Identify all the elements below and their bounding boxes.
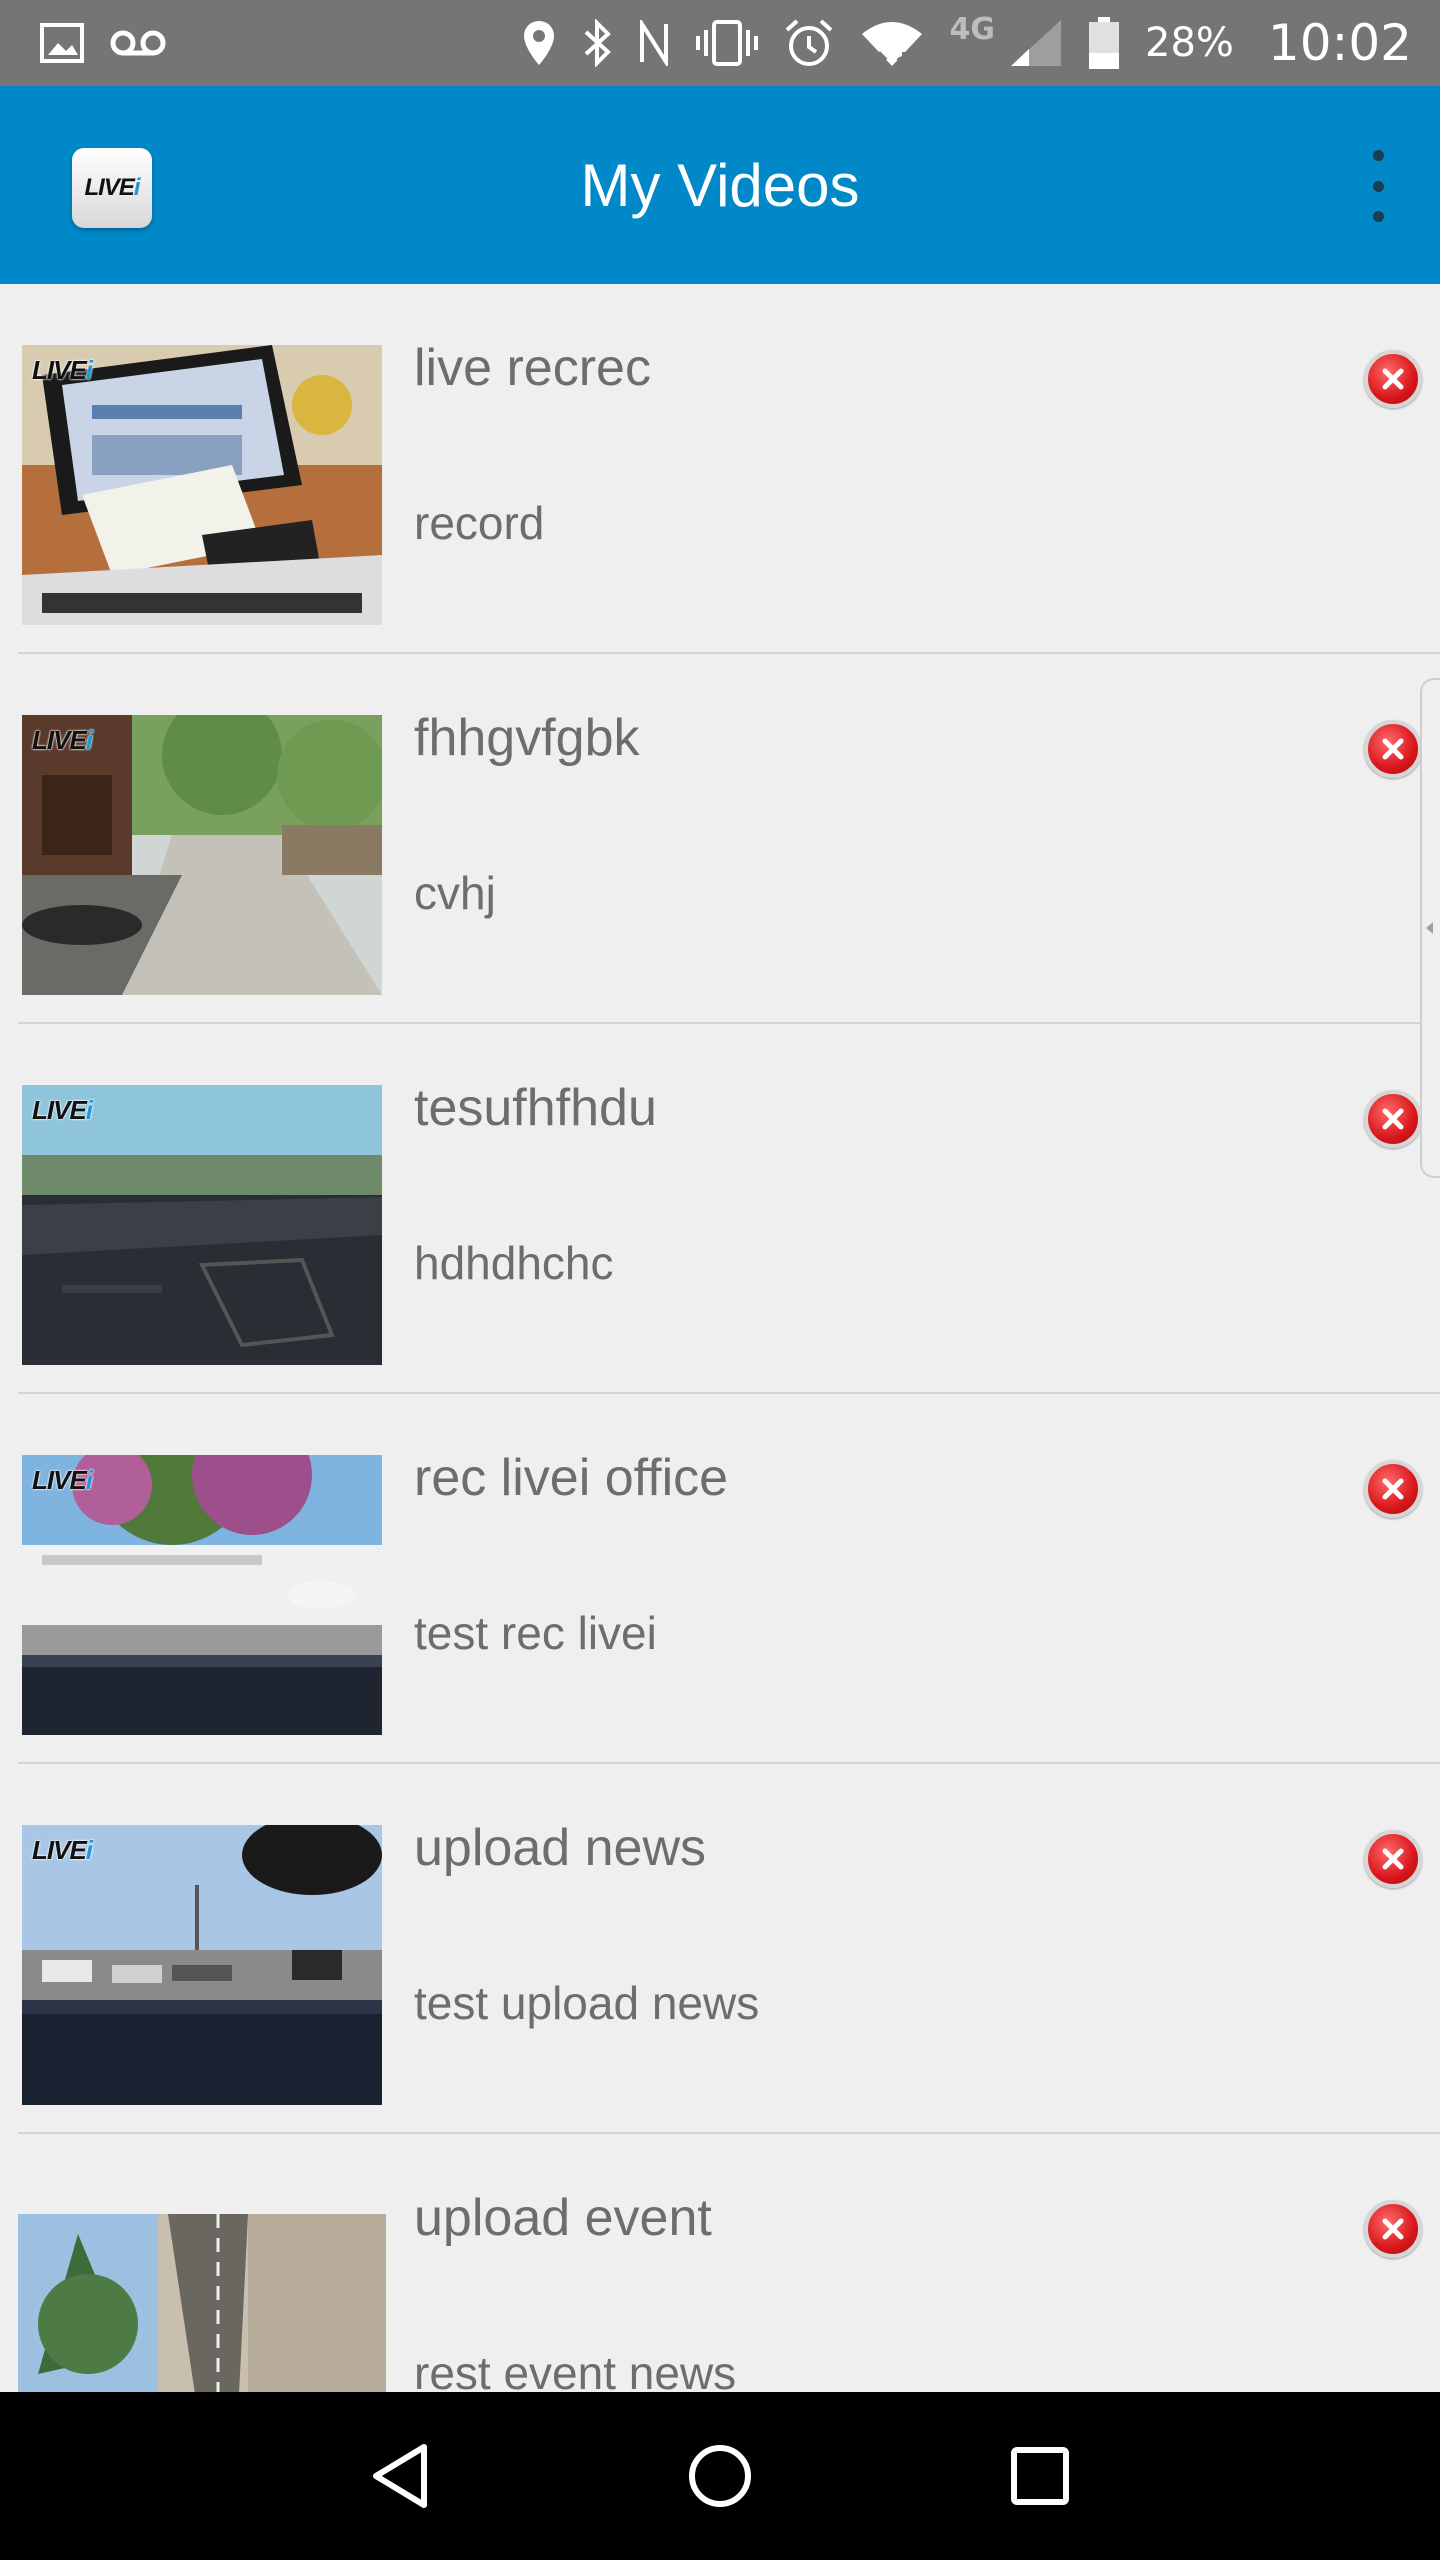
overflow-menu-icon[interactable] xyxy=(1358,150,1398,222)
video-title[interactable]: rec livei office xyxy=(414,1448,728,1508)
thumbnail-image xyxy=(22,345,382,625)
video-list[interactable]: LIVEi live recrec record LIVEi fhhgvfgbk… xyxy=(0,284,1440,2392)
bluetooth-icon xyxy=(582,19,612,67)
video-item[interactable]: upload event rest event news xyxy=(18,2134,1440,2392)
recents-icon[interactable] xyxy=(1000,2436,1080,2516)
live-badge: LIVEi xyxy=(32,1835,93,1865)
delete-icon[interactable] xyxy=(1364,1460,1422,1518)
video-description: test rec livei xyxy=(414,1607,657,1659)
video-item[interactable]: LIVEi upload news test upload news xyxy=(18,1764,1440,2134)
signal-icon xyxy=(1009,18,1063,68)
wifi-icon xyxy=(860,18,924,68)
thumbnail-image xyxy=(22,1825,382,2105)
video-title[interactable]: upload news xyxy=(414,1818,706,1878)
navigation-bar xyxy=(0,2392,1440,2560)
logo-text: LIVE xyxy=(84,174,134,201)
live-badge: LIVEi xyxy=(32,1095,93,1125)
video-item[interactable]: LIVEi tesufhfhdu hdhdhchc xyxy=(18,1024,1440,1394)
delete-icon[interactable] xyxy=(1364,350,1422,408)
thumbnail-image xyxy=(22,715,382,995)
video-title[interactable]: live recrec xyxy=(414,338,651,398)
video-thumbnail[interactable]: LIVEi xyxy=(22,715,382,995)
battery-percent: 28% xyxy=(1145,20,1234,66)
video-item[interactable]: LIVEi rec livei office test rec livei xyxy=(18,1394,1440,1764)
video-title[interactable]: fhhgvfgbk xyxy=(414,708,640,768)
video-description: rest event news xyxy=(414,2347,737,2392)
thumbnail-image xyxy=(18,2214,386,2392)
home-icon[interactable] xyxy=(680,2436,760,2516)
live-badge: LIVEi xyxy=(32,1465,93,1495)
app-bar: LIVEi My Videos xyxy=(0,86,1440,284)
video-description: hdhdhchc xyxy=(414,1237,614,1289)
clock: 10:02 xyxy=(1267,14,1412,72)
alarm-icon xyxy=(784,18,834,68)
video-thumbnail[interactable]: LIVEi xyxy=(22,345,382,625)
live-badge: LIVEi xyxy=(32,355,93,385)
video-description: test upload news xyxy=(414,1977,760,2029)
delete-icon[interactable] xyxy=(1364,1830,1422,1888)
network-type: 4G xyxy=(949,11,996,47)
delete-icon[interactable] xyxy=(1364,720,1422,778)
live-badge: LIVEi xyxy=(32,725,93,755)
video-thumbnail[interactable]: LIVEi xyxy=(22,1825,382,2105)
status-bar: 4G 28% 10:02 xyxy=(0,0,1440,86)
video-item[interactable]: LIVEi fhhgvfgbk cvhj xyxy=(18,654,1440,1024)
page-title: My Videos xyxy=(580,151,860,219)
logo-accent: i xyxy=(133,174,141,201)
video-thumbnail[interactable]: LIVEi xyxy=(22,1085,382,1365)
delete-icon[interactable] xyxy=(1364,1090,1422,1148)
thumbnail-image xyxy=(22,1085,382,1365)
location-icon xyxy=(522,19,556,67)
side-drawer-handle[interactable] xyxy=(1420,678,1440,1178)
video-description: record xyxy=(414,497,545,549)
vibrate-icon xyxy=(695,20,758,66)
video-description: cvhj xyxy=(414,867,496,919)
back-icon[interactable] xyxy=(360,2436,440,2516)
thumbnail-image xyxy=(22,1455,382,1735)
video-title[interactable]: upload event xyxy=(414,2188,712,2248)
video-title[interactable]: tesufhfhdu xyxy=(414,1078,657,1138)
video-item[interactable]: LIVEi live recrec record xyxy=(18,284,1440,654)
app-logo[interactable]: LIVEi xyxy=(72,148,152,228)
delete-icon[interactable] xyxy=(1364,2200,1422,2258)
video-thumbnail[interactable]: LIVEi xyxy=(22,1455,382,1735)
voicemail-icon xyxy=(110,28,166,58)
nfc-icon xyxy=(638,20,670,66)
battery-icon xyxy=(1089,17,1119,69)
video-thumbnail[interactable] xyxy=(18,2214,386,2392)
image-icon xyxy=(40,23,84,63)
